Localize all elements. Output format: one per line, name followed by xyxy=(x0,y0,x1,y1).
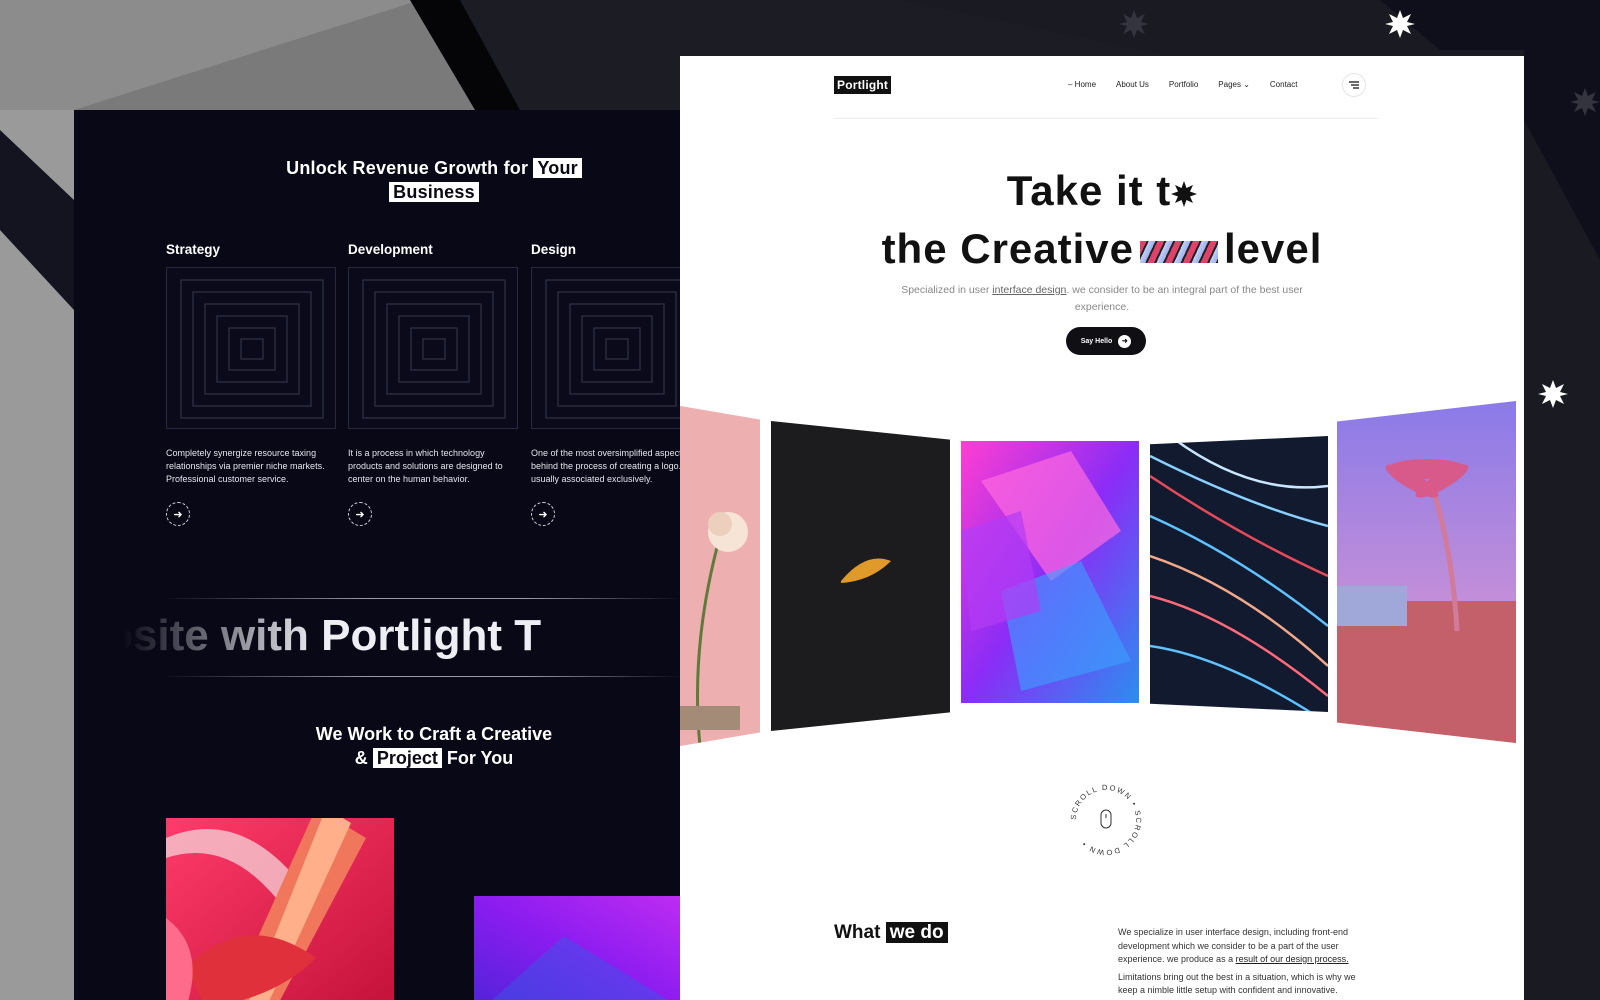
nav-item-pages[interactable]: Pages ⌄ xyxy=(1218,80,1250,89)
divider xyxy=(164,598,680,599)
service-title: Development xyxy=(348,242,433,257)
service-description: Completely synergize resource taxing rel… xyxy=(166,448,325,484)
mouse-icon xyxy=(1100,809,1112,829)
gallery-image-flower[interactable] xyxy=(680,406,760,746)
craft-highlight: Project xyxy=(372,748,442,768)
what-we-do-text: We specialize in user interface design, … xyxy=(1118,927,1356,995)
scroll-down-badge[interactable]: SCROLL DOWN • SCROLL DOWN • xyxy=(1066,780,1146,860)
concentric-squares-graphic xyxy=(531,267,680,429)
service-title: Design xyxy=(531,242,577,257)
craft-headline: We Work to Craft a Creative & Project Fo… xyxy=(74,722,680,770)
gradient-strip-graphic xyxy=(1140,240,1218,263)
divider xyxy=(834,118,1378,119)
craft-text: & xyxy=(354,748,368,768)
light-page-preview: Portlight – Home About Us Portfolio Page… xyxy=(680,56,1524,1000)
project-image-purple-gradient[interactable] xyxy=(474,896,680,1000)
concentric-squares-graphic xyxy=(166,267,336,429)
arrow-right-button[interactable]: ➜ xyxy=(348,502,372,526)
nav-item-home[interactable]: – Home xyxy=(1068,80,1096,89)
say-hello-button[interactable]: Say Hello ➜ xyxy=(1066,327,1146,355)
dark-page-preview: Unlock Revenue Growth for Your Business … xyxy=(74,110,680,1000)
service-card-design: Design One of the most oversimplified as… xyxy=(531,242,680,526)
gallery-image-leaf[interactable] xyxy=(771,421,950,731)
star-burst-icon xyxy=(1171,180,1198,207)
headline-highlight: Your xyxy=(533,158,582,178)
nav-item-contact[interactable]: Contact xyxy=(1270,80,1298,89)
chevron-down-icon: ⌄ xyxy=(1243,80,1250,89)
craft-text: We Work to Craft a Creative xyxy=(315,724,553,744)
hamburger-icon xyxy=(1349,81,1359,89)
arrow-right-button[interactable]: ➜ xyxy=(166,502,190,526)
gallery-image-palm-tree[interactable] xyxy=(1337,401,1516,743)
logo[interactable]: Portlight xyxy=(834,76,892,94)
project-image-abstract-3d[interactable] xyxy=(166,818,394,1000)
headline-text: Unlock Revenue Growth for xyxy=(286,158,529,178)
arrow-right-button[interactable]: ➜ xyxy=(531,502,555,526)
service-card-strategy: Strategy Completely synergize resource t… xyxy=(166,242,338,526)
craft-text: For You xyxy=(446,748,514,768)
nav-item-about[interactable]: About Us xyxy=(1116,80,1149,89)
dark-headline: Unlock Revenue Growth for Your Business xyxy=(74,156,680,204)
menu-button[interactable] xyxy=(1342,73,1366,97)
concentric-squares-graphic xyxy=(348,267,518,429)
divider xyxy=(164,676,680,677)
design-process-link[interactable]: result of our design process. xyxy=(1236,954,1349,964)
interface-design-link[interactable]: interface design xyxy=(992,284,1066,296)
nav-item-portfolio[interactable]: Portfolio xyxy=(1169,80,1198,89)
arrow-right-icon: ➜ xyxy=(1118,334,1132,348)
headline-highlight: Business xyxy=(389,182,479,202)
service-description: It is a process in which technology prod… xyxy=(348,448,503,484)
hero-title-line2: the Creative level xyxy=(881,225,1323,272)
hero-subtitle: Specialized in user interface design. we… xyxy=(901,284,1303,313)
marquee-text: osite with Portlight T xyxy=(122,611,542,660)
service-description: One of the most oversimplified aspects b… xyxy=(531,448,680,484)
service-card-development: Development It is a process in which tec… xyxy=(348,242,520,526)
gallery-image-light-streaks[interactable] xyxy=(1150,436,1328,712)
main-nav: – Home About Us Portfolio Pages ⌄ Contac… xyxy=(1068,80,1297,89)
what-we-do-heading: What we do xyxy=(834,922,948,944)
svg-text:SCROLL DOWN • SCROLL DOWN •: SCROLL DOWN • SCROLL DOWN • xyxy=(1069,783,1143,857)
gallery-image-3d-shapes[interactable] xyxy=(961,441,1139,703)
service-title: Strategy xyxy=(166,242,221,257)
hero-title-line1: Take it t xyxy=(680,166,1524,216)
